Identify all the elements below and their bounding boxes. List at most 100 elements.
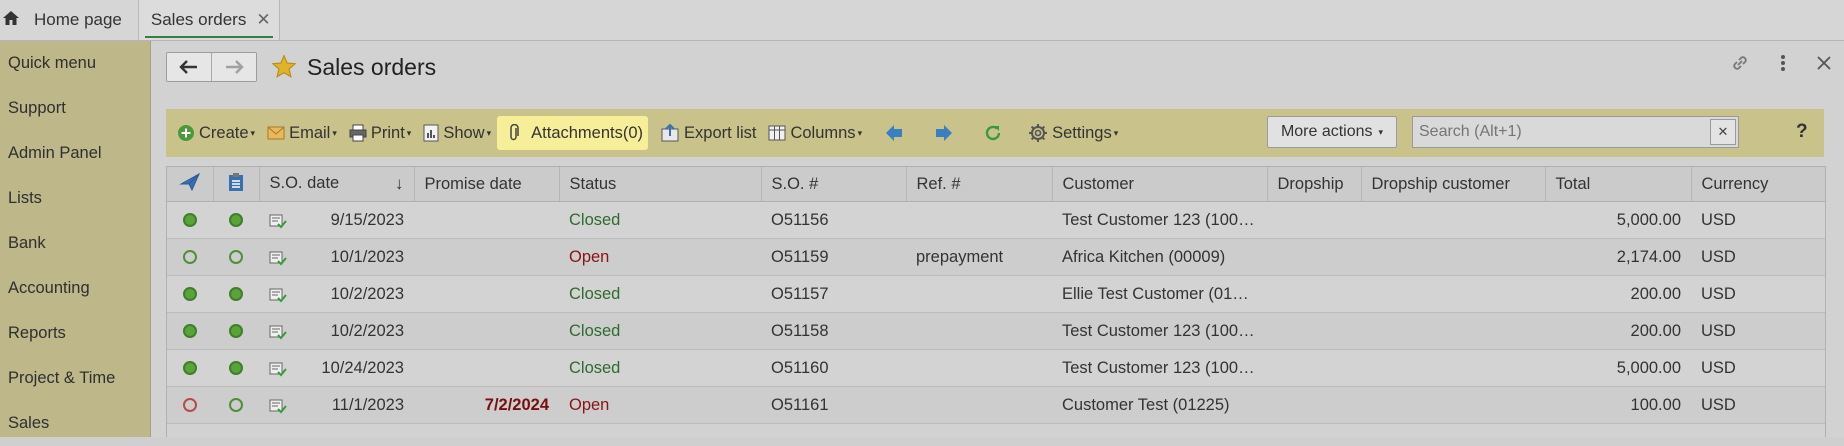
help-button[interactable]: ? bbox=[1796, 121, 1808, 143]
cell-currency: USD bbox=[1691, 275, 1825, 313]
sidebar-item-accounting[interactable]: Accounting bbox=[0, 266, 150, 311]
close-icon[interactable] bbox=[1816, 55, 1832, 76]
cell-so-date: 10/1/2023 bbox=[259, 238, 414, 276]
so-date-value: 10/2/2023 bbox=[330, 284, 404, 303]
sort-desc-icon: ↓ bbox=[395, 174, 404, 193]
refresh-icon bbox=[985, 125, 1001, 141]
sidebar-item-project-time[interactable]: Project & Time bbox=[0, 356, 150, 401]
cell-so-date: 10/2/2023 bbox=[259, 275, 414, 313]
previous-record-button[interactable] bbox=[878, 116, 910, 150]
sidebar: Quick menu Support Admin Panel Lists Ban… bbox=[0, 41, 151, 437]
link-icon[interactable] bbox=[1730, 53, 1750, 78]
table-row[interactable]: 10/2/2023 Closed O51157 Ellie Test Custo… bbox=[167, 275, 1825, 313]
sidebar-item-bank[interactable]: Bank bbox=[0, 221, 150, 266]
chevron-down-icon: ▾ bbox=[332, 127, 337, 138]
cell-promise-date: 7/2/2024 bbox=[414, 386, 559, 424]
plus-circle-icon bbox=[178, 125, 194, 141]
column-header-dropship[interactable]: Dropship bbox=[1267, 167, 1362, 202]
arrow-right-blue-icon bbox=[936, 125, 953, 141]
sidebar-item-quick-menu[interactable]: Quick menu bbox=[0, 41, 150, 86]
sidebar-item-reports[interactable]: Reports bbox=[0, 311, 150, 356]
paperclip-icon bbox=[510, 124, 519, 141]
cell-dropship bbox=[1267, 275, 1361, 313]
envelope-icon bbox=[267, 126, 285, 140]
home-tab-label: Home page bbox=[34, 10, 122, 29]
chevron-down-icon: ▾ bbox=[406, 127, 412, 138]
column-header-promise-date[interactable]: Promise date bbox=[414, 167, 560, 202]
column-header-ref[interactable]: Ref. # bbox=[906, 167, 1053, 202]
cell-currency: USD bbox=[1691, 238, 1825, 276]
printer-icon bbox=[349, 124, 367, 142]
cell-total: 100.00 bbox=[1545, 386, 1691, 424]
more-vert-icon[interactable] bbox=[1780, 54, 1786, 77]
column-header-so-number[interactable]: S.O. # bbox=[761, 167, 907, 202]
table-row[interactable]: 9/15/2023 Closed O51156 Test Customer 12… bbox=[167, 201, 1825, 239]
create-button[interactable]: Create ▾ bbox=[171, 116, 261, 150]
close-tab-icon[interactable]: ✕ bbox=[256, 10, 270, 30]
cell-ref bbox=[906, 349, 1052, 387]
email-button[interactable]: Email ▾ bbox=[261, 116, 343, 150]
attachments-button[interactable]: Attachments(0) bbox=[497, 116, 649, 150]
table-row[interactable]: 11/1/2023 7/2/2024 Open O51161 Customer … bbox=[167, 386, 1825, 424]
sidebar-item-sales[interactable]: Sales bbox=[0, 401, 150, 446]
cell-ref: prepayment bbox=[906, 238, 1052, 276]
settings-button[interactable]: Settings ▾ bbox=[1022, 116, 1124, 150]
cell-dropship-customer bbox=[1361, 349, 1545, 387]
attachments-label: Attachments(0) bbox=[531, 123, 644, 142]
print-button[interactable]: Print ▾ bbox=[343, 116, 417, 150]
column-header-so-date[interactable]: S.O. date ↓ bbox=[259, 167, 415, 202]
more-actions-button[interactable]: More actions ▾ bbox=[1267, 116, 1397, 148]
cell-status: Closed bbox=[559, 349, 761, 387]
document-check-icon bbox=[269, 251, 287, 265]
columns-button[interactable]: Columns ▾ bbox=[762, 116, 868, 150]
clear-search-button[interactable]: ✕ bbox=[1710, 119, 1736, 145]
show-button[interactable]: Show ▾ bbox=[417, 116, 497, 150]
tab-sales-orders[interactable]: Sales orders ✕ bbox=[138, 0, 280, 40]
report-icon bbox=[423, 124, 439, 142]
cell-total: 200.00 bbox=[1545, 275, 1691, 313]
column-header-dropship-customer[interactable]: Dropship customer bbox=[1361, 167, 1546, 202]
refresh-button[interactable] bbox=[978, 116, 1008, 150]
table-row[interactable]: 10/1/2023 Open O51159 prepayment Africa … bbox=[167, 238, 1825, 276]
export-icon bbox=[661, 123, 679, 142]
column-header-currency[interactable]: Currency bbox=[1691, 167, 1825, 202]
cell-ref bbox=[906, 386, 1052, 424]
search-input[interactable] bbox=[1413, 117, 1710, 147]
cell-dropship bbox=[1267, 349, 1361, 387]
cell-total: 5,000.00 bbox=[1545, 201, 1691, 239]
forward-button[interactable] bbox=[211, 53, 256, 81]
export-list-button[interactable]: Export list bbox=[654, 116, 762, 150]
cell-dropship bbox=[1267, 312, 1361, 350]
cell-customer: Test Customer 123 (100… bbox=[1052, 201, 1267, 239]
gear-icon bbox=[1029, 124, 1048, 142]
sidebar-item-admin-panel[interactable]: Admin Panel bbox=[0, 131, 150, 176]
show-label: Show bbox=[443, 123, 485, 142]
table-row[interactable]: 10/24/2023 Closed O51160 Test Customer 1… bbox=[167, 349, 1825, 387]
cell-status: Closed bbox=[559, 201, 761, 239]
invoiced-status-icon bbox=[213, 275, 259, 313]
cell-customer: Ellie Test Customer (01… bbox=[1052, 275, 1267, 313]
favorite-star-icon[interactable] bbox=[271, 54, 297, 80]
so-date-value: 9/15/2023 bbox=[330, 210, 404, 229]
shipping-column-header[interactable] bbox=[167, 167, 214, 202]
table-row[interactable]: 10/2/2023 Closed O51158 Test Customer 12… bbox=[167, 312, 1825, 350]
next-record-button[interactable] bbox=[928, 116, 960, 150]
back-button[interactable] bbox=[167, 53, 211, 81]
column-header-total[interactable]: Total bbox=[1545, 167, 1692, 202]
sidebar-item-lists[interactable]: Lists bbox=[0, 176, 150, 221]
shipped-status-icon bbox=[167, 238, 213, 276]
cell-status: Closed bbox=[559, 275, 761, 313]
more-actions-label: More actions bbox=[1280, 123, 1373, 140]
column-header-customer[interactable]: Customer bbox=[1052, 167, 1268, 202]
create-label: Create bbox=[199, 123, 249, 142]
column-header-status[interactable]: Status bbox=[559, 167, 762, 202]
cell-ref bbox=[906, 275, 1052, 313]
invoice-column-header[interactable] bbox=[213, 167, 260, 202]
cell-dropship bbox=[1267, 386, 1361, 424]
home-tab[interactable]: Home page bbox=[0, 0, 139, 40]
cell-dropship bbox=[1267, 238, 1361, 276]
sidebar-item-support[interactable]: Support bbox=[0, 86, 150, 131]
shipped-status-icon bbox=[167, 349, 213, 387]
cell-so-number: O51160 bbox=[761, 349, 906, 387]
cell-ref bbox=[906, 312, 1052, 350]
